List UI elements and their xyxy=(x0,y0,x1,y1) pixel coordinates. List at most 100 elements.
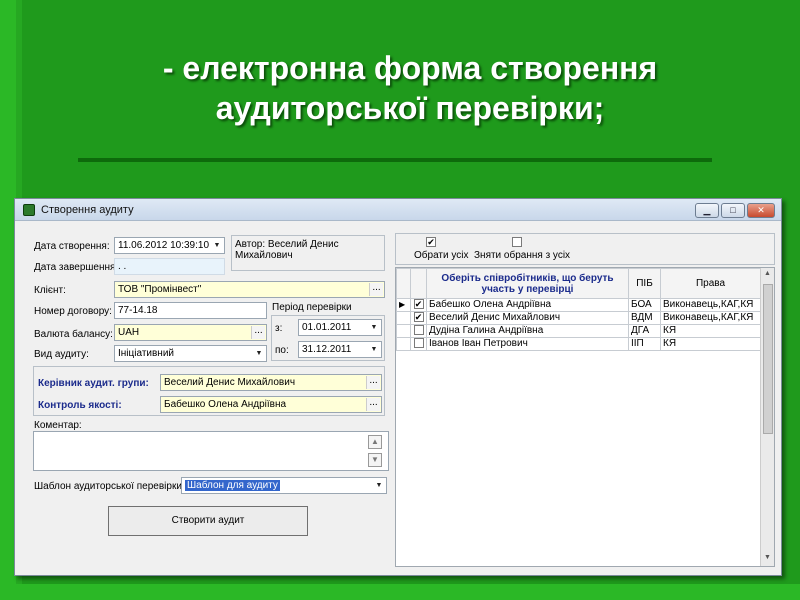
template-label: Шаблон аудиторської перевірки: xyxy=(34,481,185,492)
template-value: Шаблон для аудиту xyxy=(185,480,280,491)
employee-name: Дудіна Галина Андріївна xyxy=(426,324,629,338)
audit-type-label: Вид аудиту: xyxy=(34,349,89,360)
row-pointer-icon xyxy=(396,324,411,338)
row-checkbox[interactable]: ✔ xyxy=(413,299,424,310)
ellipsis-icon[interactable]: ... xyxy=(366,398,380,411)
create-audit-button[interactable]: Створити аудит xyxy=(108,506,308,536)
table-header-row: Оберіть співробітників, що беруть участь… xyxy=(396,268,761,299)
employee-code: ІІП xyxy=(628,337,661,351)
slide-title: - електронна форма створення аудиторсько… xyxy=(60,48,760,128)
client-value: ТОВ "Промінвест" xyxy=(118,284,202,295)
contract-field[interactable]: 77-14.18 xyxy=(114,302,267,319)
chevron-down-icon[interactable]: ▼ xyxy=(368,343,380,356)
scroll-down-icon[interactable]: ▼ xyxy=(368,453,382,467)
close-button[interactable]: ✕ xyxy=(747,203,775,218)
audit-type-value: Ініціативний xyxy=(118,348,174,359)
completed-label: Дата завершення: xyxy=(34,262,119,273)
deselect-all-button[interactable]: Зняти обрання з усіх xyxy=(474,250,570,261)
period-from-label: з: xyxy=(275,323,283,334)
employee-name: Веселий Денис Михайлович xyxy=(426,311,629,325)
row-pointer-icon: ▶ xyxy=(396,298,411,312)
created-date-value: 11.06.2012 10:39:10 xyxy=(118,240,210,251)
column-header-select[interactable]: Оберіть співробітників, що беруть участь… xyxy=(426,268,629,299)
head-value: Веселий Денис Михайлович xyxy=(164,377,296,388)
slide-title-line2: аудиторської перевірки; xyxy=(215,90,605,126)
employee-name: Іванов Іван Петрович xyxy=(426,337,629,351)
audit-type-select[interactable]: Ініціативний ▼ xyxy=(114,345,267,362)
select-all-checkbox-icon[interactable]: ✔ xyxy=(426,237,436,247)
head-field[interactable]: Веселий Денис Михайлович ... xyxy=(160,374,382,391)
template-select[interactable]: Шаблон для аудиту ▼ xyxy=(181,477,387,494)
contract-value: 77-14.18 xyxy=(118,305,158,316)
employee-name: Бабешко Олена Андріївна xyxy=(426,298,629,312)
check-header xyxy=(410,268,427,299)
table-row[interactable]: ▶ ✔ Бабешко Олена Андріївна БОА Виконаве… xyxy=(396,298,761,312)
author-text: Автор: Веселий Денис Михайлович xyxy=(235,239,339,261)
employee-grid: Оберіть співробітників, що беруть участь… xyxy=(395,267,775,567)
row-pointer-icon xyxy=(396,311,411,325)
employee-code: ДГА xyxy=(628,324,661,338)
row-checkbox[interactable] xyxy=(413,338,424,349)
period-from-field[interactable]: 01.01.2011 ▼ xyxy=(298,319,382,336)
period-to-value: 31.12.2011 xyxy=(302,344,352,355)
slide-divider xyxy=(78,158,712,162)
grid-scrollbar[interactable]: ▲ ▼ xyxy=(760,268,774,566)
table-row[interactable]: Іванов Іван Петрович ІІП КЯ xyxy=(396,337,761,351)
quality-value: Бабешко Олена Андріївна xyxy=(164,399,287,410)
employee-code: БОА xyxy=(628,298,661,312)
scroll-up-icon[interactable]: ▲ xyxy=(764,270,771,277)
period-label: Період перевірки xyxy=(272,302,352,313)
period-to-field[interactable]: 31.12.2011 ▼ xyxy=(298,341,382,358)
scrollbar-thumb[interactable] xyxy=(763,284,773,434)
comment-textarea[interactable]: ▲ ▼ xyxy=(33,431,389,471)
ellipsis-icon[interactable]: ... xyxy=(366,376,380,389)
chevron-down-icon[interactable]: ▼ xyxy=(368,321,380,334)
head-label: Керівник аудит. групи: xyxy=(38,378,149,389)
chevron-down-icon[interactable]: ▼ xyxy=(373,479,385,492)
period-from-value: 01.01.2011 xyxy=(302,322,352,333)
scroll-down-icon[interactable]: ▼ xyxy=(764,554,771,561)
deselect-all-checkbox-icon[interactable] xyxy=(512,237,522,247)
column-header-pib[interactable]: ПІБ xyxy=(628,268,661,299)
currency-field[interactable]: UAH ... xyxy=(114,324,267,341)
employee-rights: КЯ xyxy=(660,337,761,351)
ellipsis-icon[interactable]: ... xyxy=(369,283,383,296)
window-titlebar[interactable]: Створення аудиту ▁ □ ✕ xyxy=(15,199,781,221)
create-audit-window: Створення аудиту ▁ □ ✕ Дата створення: 1… xyxy=(14,198,782,576)
created-date-field[interactable]: 11.06.2012 10:39:10 ▼ xyxy=(114,237,225,254)
select-all-button[interactable]: Обрати усіх xyxy=(414,250,468,261)
chevron-down-icon[interactable]: ▼ xyxy=(211,239,223,252)
contract-label: Номер договору: xyxy=(34,306,112,317)
slide-bottom-stripe xyxy=(0,584,800,600)
maximize-button[interactable]: □ xyxy=(721,203,745,218)
row-checkbox[interactable] xyxy=(413,325,424,336)
minimize-button[interactable]: ▁ xyxy=(695,203,719,218)
window-title: Створення аудиту xyxy=(41,204,134,216)
currency-label: Валюта балансу: xyxy=(34,329,113,340)
completed-date-value: . . xyxy=(118,261,127,272)
comment-label: Коментар: xyxy=(34,420,82,431)
client-label: Клієнт: xyxy=(34,285,66,296)
app-icon xyxy=(23,204,35,216)
author-box: Автор: Веселий Денис Михайлович xyxy=(231,235,385,271)
quality-field[interactable]: Бабешко Олена Андріївна ... xyxy=(160,396,382,413)
pointer-header xyxy=(396,268,411,299)
period-box: з: 01.01.2011 ▼ по: 31.12.2011 ▼ xyxy=(271,315,385,361)
completed-date-field[interactable]: . . xyxy=(114,258,225,275)
period-to-label: по: xyxy=(275,345,289,356)
row-checkbox[interactable]: ✔ xyxy=(413,312,424,323)
scroll-up-icon[interactable]: ▲ xyxy=(368,435,382,449)
quality-label: Контроль якості: xyxy=(38,400,122,411)
employee-toolbar: ✔ Обрати усіх Зняти обрання з усіх xyxy=(395,233,775,265)
table-row[interactable]: ✔ Веселий Денис Михайлович ВДМ Виконавец… xyxy=(396,311,761,325)
table-row[interactable]: Дудіна Галина Андріївна ДГА КЯ xyxy=(396,324,761,338)
responsible-box: Керівник аудит. групи: Веселий Денис Мих… xyxy=(33,366,385,416)
employee-rights: Виконавець,КАГ,КЯ xyxy=(660,298,761,312)
column-header-rights[interactable]: Права xyxy=(660,268,761,299)
chevron-down-icon[interactable]: ▼ xyxy=(253,347,265,360)
employee-code: ВДМ xyxy=(628,311,661,325)
row-pointer-icon xyxy=(396,337,411,351)
client-field[interactable]: ТОВ "Промінвест" ... xyxy=(114,281,385,298)
ellipsis-icon[interactable]: ... xyxy=(251,326,265,339)
currency-value: UAH xyxy=(118,327,140,338)
